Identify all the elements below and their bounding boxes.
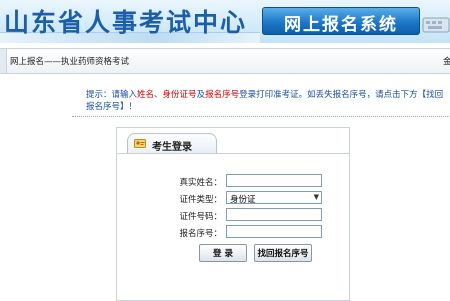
login-tip: 提示：请输入姓名、身份证号及报名序号登录打印准考证。如丢失报名序号，请点击下方【… xyxy=(86,89,450,113)
reg-number-label: 报名序号： xyxy=(179,229,222,239)
tip-highlight-name: 姓名 xyxy=(137,90,155,100)
login-panel-tab: 考生登录 xyxy=(127,133,217,154)
user-card-icon xyxy=(134,139,146,148)
tip-text: 、 xyxy=(154,90,163,100)
name-input[interactable] xyxy=(226,174,322,187)
recover-reg-number-button[interactable]: 找回报名序号 xyxy=(254,244,312,262)
header-banner: 山东省人事考试中心 网上报名系统 xyxy=(0,0,450,43)
keyboard-illustration-icon xyxy=(422,17,450,33)
name-label: 真实姓名： xyxy=(179,178,222,188)
tip-highlight-id: 身份证号 xyxy=(162,90,197,100)
id-type-select[interactable]: 身份证 ▼ xyxy=(226,191,322,205)
login-panel-title: 考生登录 xyxy=(152,142,192,153)
tip-text: 提示：请输入 xyxy=(86,90,138,100)
tip-text: 及 xyxy=(196,90,206,100)
registration-system-badge: 网上报名系统 xyxy=(262,7,420,35)
dotted-divider xyxy=(72,116,450,117)
id-type-selected-value: 身份证 xyxy=(230,195,256,205)
tip-highlight-reg: 报名序号 xyxy=(205,90,240,100)
site-title: 山东省人事考试中心 xyxy=(4,8,248,37)
id-type-label: 证件类型： xyxy=(179,195,222,205)
panel-divider xyxy=(117,153,349,154)
reg-number-input[interactable] xyxy=(226,225,322,238)
dropdown-arrow-icon: ▼ xyxy=(313,193,319,201)
breadcrumb-trailing-text: 金 xyxy=(443,57,450,67)
breadcrumb-divider xyxy=(0,49,7,73)
id-number-input[interactable] xyxy=(226,208,322,221)
id-number-label: 证件号码： xyxy=(179,212,222,222)
login-button[interactable]: 登 录 xyxy=(199,244,247,262)
breadcrumb-bar: 网上报名——执业药师资格考试 金 xyxy=(0,48,450,74)
breadcrumb: 网上报名——执业药师资格考试 xyxy=(10,57,130,67)
registration-system-label: 网上报名系统 xyxy=(284,15,398,35)
